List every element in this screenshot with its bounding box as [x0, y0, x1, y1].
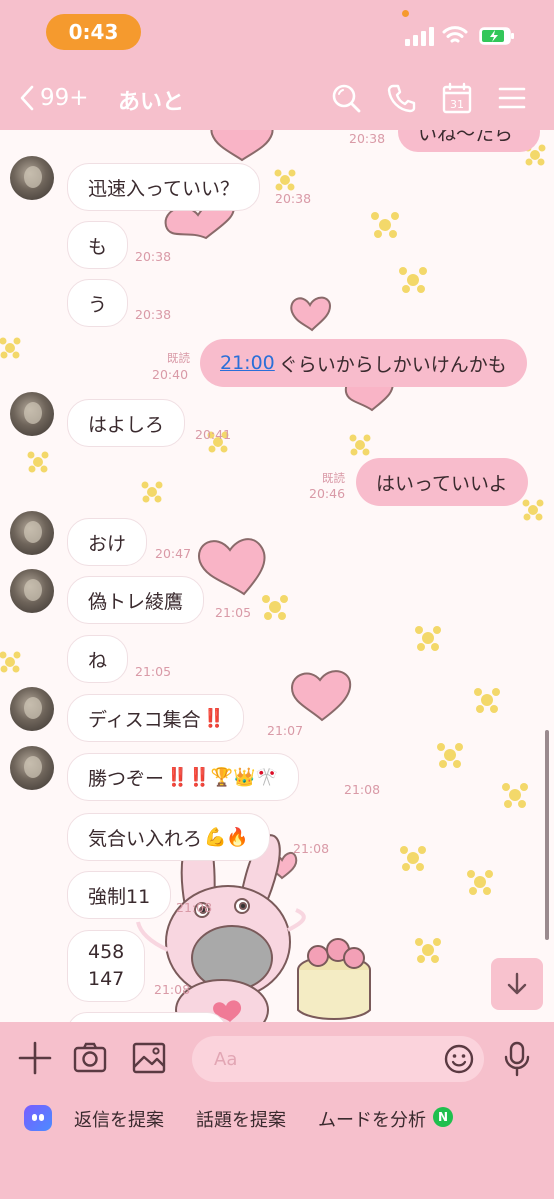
scrollbar[interactable] [545, 730, 549, 940]
message-bubble-outgoing[interactable]: いね〜たら [398, 130, 540, 152]
message-timestamp: 20:46 [309, 486, 346, 501]
message-bubble-incoming[interactable]: 強制11 [67, 871, 172, 919]
read-receipt: 既読 [322, 471, 345, 485]
back-button[interactable]: 99+ [18, 80, 89, 116]
time-link[interactable]: 21:00 [220, 352, 275, 374]
avatar[interactable] [10, 687, 54, 731]
avatar[interactable] [10, 156, 54, 200]
read-receipt: 既読 [167, 351, 190, 365]
ai-suggestion-row: 返信を提案 話題を提案 ムードを分析 N [0, 1098, 554, 1138]
avatar[interactable] [10, 746, 54, 790]
message-bubble-incoming[interactable]: う [67, 279, 129, 327]
message-timestamp: 21:05 [215, 605, 252, 620]
message-bubble-incoming[interactable]: 勝つぞー ‼️‼️🏆👑🎌 [67, 753, 300, 801]
emoji-icon[interactable] [443, 1043, 475, 1075]
message-timestamp: 20:41 [195, 427, 232, 442]
chevron-left-icon [20, 85, 34, 111]
message-bubble-incoming[interactable]: も [67, 221, 129, 269]
suggest-reply-button[interactable]: 返信を提案 [74, 1106, 164, 1132]
message-bubble-incoming[interactable]: はよしろ [67, 399, 186, 447]
message-bubble-outgoing[interactable]: はいっていいよ [356, 458, 528, 506]
double-exclamation-emoji: ‼️ [202, 707, 225, 729]
message-bubble-incoming[interactable]: 気合い入れろ 💪🔥 [67, 813, 270, 861]
chat-header: 99+ あいと 31 [0, 66, 554, 130]
message-timestamp: 21:08 [293, 841, 330, 856]
ai-assistant-icon[interactable] [24, 1105, 52, 1131]
microphone-icon[interactable] [502, 1041, 532, 1077]
message-timestamp: 20:40 [152, 367, 189, 382]
suggest-topic-button[interactable]: 話題を提案 [196, 1106, 286, 1132]
new-badge: N [433, 1107, 453, 1127]
emoji-sequence: ‼️‼️🏆👑🎌 [166, 766, 279, 788]
cellular-signal-icon [405, 26, 435, 46]
message-bubble-incoming[interactable] [67, 1012, 227, 1022]
emoji-sequence: 💪🔥 [204, 826, 249, 848]
message-bubble-incoming[interactable]: ね [67, 635, 129, 683]
message-bubble-incoming[interactable]: 458 147 [67, 930, 146, 1002]
avatar[interactable] [10, 392, 54, 436]
message-timestamp: 21:05 [135, 664, 172, 679]
status-time: 0:43 [46, 14, 141, 50]
avatar[interactable] [10, 511, 54, 555]
search-icon[interactable] [330, 82, 362, 114]
svg-text:31: 31 [450, 98, 464, 111]
analyze-mood-button[interactable]: ムードを分析 [318, 1106, 426, 1132]
message-bubble-incoming[interactable]: 偽トレ綾鷹 [67, 576, 205, 624]
message-bubble-incoming[interactable]: おけ [67, 518, 148, 566]
chat-title: あいと [118, 90, 185, 115]
message-timestamp: 20:47 [155, 546, 192, 561]
battery-charging-icon [479, 27, 514, 45]
message-timestamp: 20:38 [275, 191, 312, 206]
wifi-icon [442, 26, 468, 43]
message-input-bar: 返信を提案 話題を提案 ムードを分析 N [0, 1022, 554, 1199]
phone-icon[interactable] [386, 82, 418, 114]
message-timestamp: 21:08 [176, 900, 213, 915]
status-bar: 0:43 [0, 0, 554, 66]
message-input[interactable] [192, 1036, 484, 1082]
message-timestamp: 21:07 [267, 723, 304, 738]
calendar-icon[interactable]: 31 [441, 82, 473, 114]
message-bubble-incoming[interactable]: 迅速入っていい？ [67, 163, 261, 211]
message-list[interactable]: いね〜たら 20:38 迅速入っていい？ 20:38 も 20:38 う 20:… [0, 130, 554, 1022]
message-timestamp: 20:38 [135, 307, 172, 322]
privacy-indicator-dot [402, 10, 409, 17]
message-bubble-outgoing[interactable]: 21:00 ぐらいからしかいけんかも [200, 339, 527, 387]
avatar[interactable] [10, 569, 54, 613]
message-bubble-incoming[interactable]: ディスコ集合 ‼️ [67, 694, 245, 742]
menu-icon[interactable] [496, 82, 528, 114]
message-timestamp: 21:08 [154, 982, 191, 997]
message-timestamp: 20:38 [135, 249, 172, 264]
arrow-down-icon [507, 972, 527, 995]
unread-count: 99+ [40, 85, 89, 111]
message-timestamp: 20:38 [349, 131, 386, 146]
plus-icon[interactable] [17, 1040, 53, 1076]
scroll-to-bottom-button[interactable] [491, 958, 543, 1010]
camera-icon[interactable] [72, 1040, 108, 1076]
image-icon[interactable] [131, 1040, 167, 1076]
message-timestamp: 21:08 [344, 782, 381, 797]
